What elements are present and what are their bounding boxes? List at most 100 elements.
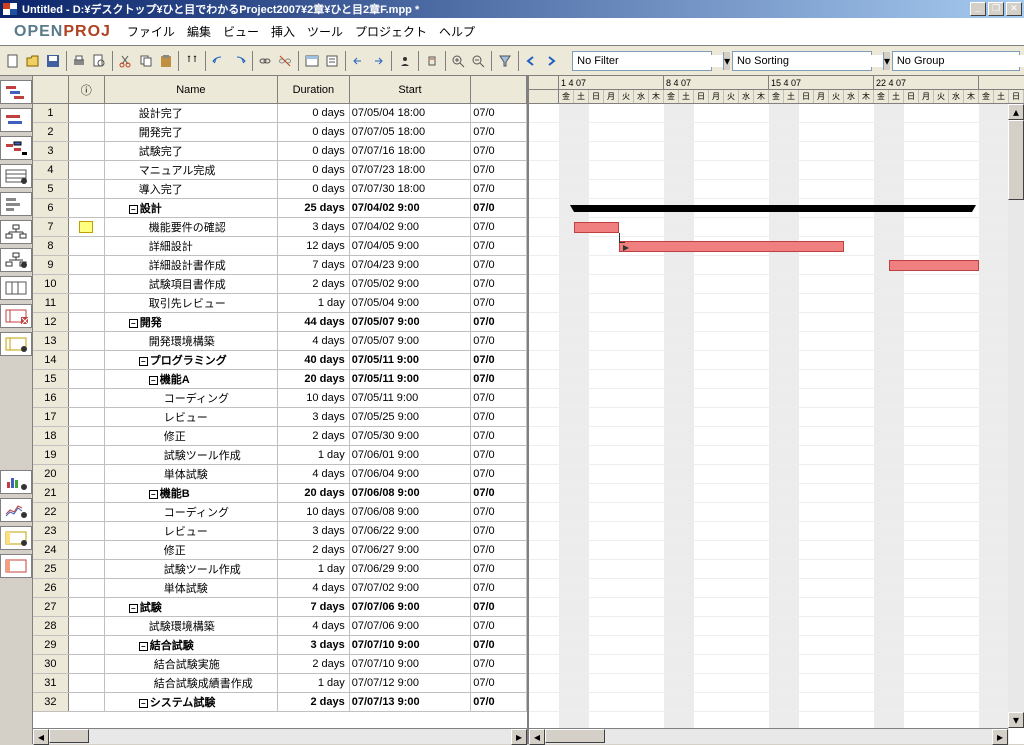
task-finish[interactable]: 07/0 [471,693,527,711]
task-duration[interactable]: 1 day [278,674,350,692]
table-row[interactable]: 4マニュアル完成0 days07/07/23 18:0007/0 [33,161,527,180]
copy-button[interactable] [137,50,155,72]
menu-item[interactable]: 編集 [187,25,211,39]
gantt-row[interactable] [529,674,1024,693]
task-finish[interactable]: 07/0 [471,427,527,445]
task-duration[interactable]: 20 days [278,484,350,502]
task-start[interactable]: 07/05/25 9:00 [350,408,472,426]
task-duration[interactable]: 0 days [278,104,350,122]
col-header-finish[interactable] [471,76,527,103]
gantt-row[interactable] [529,237,1024,256]
table-row[interactable]: 23レビュー3 days07/06/22 9:0007/0 [33,522,527,541]
zoom-out-button[interactable] [469,50,487,72]
new-file-button[interactable] [4,50,22,72]
row-info[interactable] [69,161,105,179]
task-name[interactable]: レビュー [105,522,278,540]
task-name[interactable]: −設計 [105,199,278,217]
table-row[interactable]: 2開発完了0 days07/07/05 18:0007/0 [33,123,527,142]
task-name[interactable]: 導入完了 [105,180,278,198]
task-finish[interactable]: 07/0 [471,351,527,369]
table-row[interactable]: 12−開発44 days07/05/07 9:0007/0 [33,313,527,332]
task-start[interactable]: 07/07/06 9:00 [350,617,472,635]
table-row[interactable]: 26単体試験4 days07/07/02 9:0007/0 [33,579,527,598]
row-id[interactable]: 5 [33,180,69,198]
indent-button[interactable] [369,50,387,72]
task-finish[interactable]: 07/0 [471,522,527,540]
task-start[interactable]: 07/07/13 9:00 [350,693,472,711]
row-id[interactable]: 10 [33,275,69,293]
redo-button[interactable] [230,50,248,72]
task-duration[interactable]: 44 days [278,313,350,331]
scroll-track[interactable] [49,729,511,744]
menu-item[interactable]: ツール [307,25,343,39]
table-row[interactable]: 30結合試験実施2 days07/07/10 9:0007/0 [33,655,527,674]
table-row[interactable]: 9詳細設計書作成7 days07/04/23 9:0007/0 [33,256,527,275]
task-start[interactable]: 07/06/22 9:00 [350,522,472,540]
task-finish[interactable]: 07/0 [471,332,527,350]
row-id[interactable]: 12 [33,313,69,331]
row-info[interactable] [69,294,105,312]
row-info[interactable] [69,484,105,502]
task-finish[interactable]: 07/0 [471,313,527,331]
table-row[interactable]: 11取引先レビュー1 day07/05/04 9:0007/0 [33,294,527,313]
row-info[interactable] [69,617,105,635]
task-start[interactable]: 07/05/02 9:00 [350,275,472,293]
task-duration[interactable]: 4 days [278,465,350,483]
row-id[interactable]: 16 [33,389,69,407]
resource-usage-button[interactable] [0,192,32,216]
row-info[interactable] [69,503,105,521]
task-start[interactable]: 07/06/04 9:00 [350,465,472,483]
row-id[interactable]: 30 [33,655,69,673]
gantt-row[interactable] [529,617,1024,636]
chevron-down-icon[interactable]: ▾ [723,52,730,70]
gantt-row[interactable] [529,579,1024,598]
row-info[interactable] [69,560,105,578]
save-button[interactable] [44,50,62,72]
link-button[interactable] [256,50,274,72]
gantt-row[interactable] [529,351,1024,370]
undo-button[interactable] [210,50,228,72]
row-info[interactable] [69,313,105,331]
table-row[interactable]: 7機能要件の確認3 days07/04/02 9:0007/0 [33,218,527,237]
task-duration[interactable]: 2 days [278,693,350,711]
row-info[interactable] [69,598,105,616]
menu-item[interactable]: ヘルプ [439,25,475,39]
cut-button[interactable] [117,50,135,72]
resource-button[interactable] [396,50,414,72]
report-button[interactable] [0,276,32,300]
task-name[interactable]: −機能B [105,484,278,502]
gantt-row[interactable] [529,465,1024,484]
task-start[interactable]: 07/07/10 9:00 [350,655,472,673]
table-row[interactable]: 28試験環境構築4 days07/07/06 9:0007/0 [33,617,527,636]
gantt-row[interactable] [529,693,1024,712]
scroll-left-button[interactable]: ◂ [529,729,545,745]
gantt-row[interactable] [529,560,1024,579]
unlink-button[interactable] [276,50,294,72]
task-name[interactable]: 結合試験成績書作成 [105,674,278,692]
resource-details-button[interactable] [0,554,32,578]
task-duration[interactable]: 25 days [278,199,350,217]
task-start[interactable]: 07/04/02 9:00 [350,199,472,217]
scroll-track[interactable] [545,729,992,744]
task-finish[interactable]: 07/0 [471,142,527,160]
gantt-row[interactable] [529,427,1024,446]
row-info[interactable] [69,465,105,483]
row-info[interactable] [69,541,105,559]
task-details-button[interactable] [0,526,32,550]
task-name[interactable]: 取引先レビュー [105,294,278,312]
task-start[interactable]: 07/04/05 9:00 [350,237,472,255]
gantt-vscroll[interactable]: ▴ ▾ [1008,104,1024,728]
gantt-row[interactable] [529,294,1024,313]
row-id[interactable]: 13 [33,332,69,350]
table-row[interactable]: 21−機能B20 days07/06/08 9:0007/0 [33,484,527,503]
task-name[interactable]: 設計完了 [105,104,278,122]
task-name[interactable]: 試験ツール作成 [105,560,278,578]
task-duration[interactable]: 3 days [278,522,350,540]
row-id[interactable]: 9 [33,256,69,274]
table-row[interactable]: 16コーディング10 days07/05/11 9:0007/0 [33,389,527,408]
task-duration[interactable]: 3 days [278,218,350,236]
row-id[interactable]: 29 [33,636,69,654]
row-id[interactable]: 18 [33,427,69,445]
gantt-row[interactable] [529,180,1024,199]
table-row[interactable]: 27−試験7 days07/07/06 9:0007/0 [33,598,527,617]
